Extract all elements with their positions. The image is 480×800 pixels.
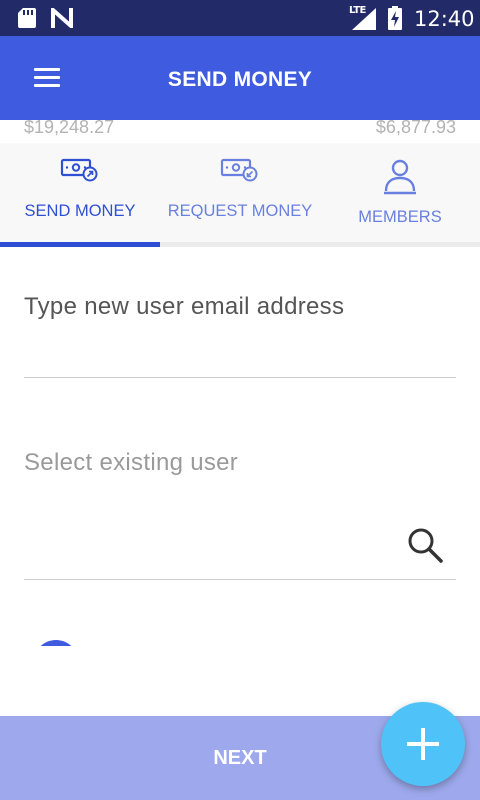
- plus-icon: [407, 728, 439, 760]
- user-list: [0, 582, 480, 646]
- tab-members-label: MEMBERS: [358, 208, 442, 226]
- members-icon: [384, 159, 416, 195]
- user-search-input[interactable]: [24, 524, 394, 564]
- avatar[interactable]: [33, 640, 79, 646]
- status-bar: LTE 12:40: [0, 0, 480, 36]
- tab-send-money-label: SEND MONEY: [24, 202, 136, 220]
- tab-request-money-label: REQUEST MONEY: [167, 202, 313, 220]
- battery-charging-icon: [388, 6, 402, 30]
- user-search-field: [24, 500, 456, 580]
- signal-icon: [352, 8, 376, 30]
- sd-card-icon: [18, 8, 36, 28]
- tab-send-money[interactable]: SEND MONEY: [0, 143, 160, 242]
- tab-bar: SEND MONEY REQUEST MONEY MEMBERS: [0, 143, 480, 247]
- email-input[interactable]: [24, 288, 456, 378]
- send-money-icon: [60, 158, 98, 182]
- n-logo-icon: [51, 8, 73, 28]
- select-existing-user-label: Select existing user: [24, 449, 239, 476]
- balance-right: $6,877.93: [375, 120, 456, 137]
- request-money-icon: [220, 158, 258, 182]
- clock: 12:40: [414, 7, 475, 31]
- page-title: SEND MONEY: [167, 68, 313, 91]
- tab-indicator: [0, 242, 160, 247]
- app-bar: SEND MONEY: [0, 36, 480, 120]
- add-button[interactable]: [381, 702, 465, 786]
- tab-request-money[interactable]: REQUEST MONEY: [160, 143, 320, 242]
- balances-strip: $19,248.27 $6,877.93: [0, 120, 480, 143]
- balance-left: $19,248.27: [24, 120, 115, 137]
- search-icon[interactable]: [406, 526, 444, 564]
- tab-members[interactable]: MEMBERS: [320, 143, 480, 242]
